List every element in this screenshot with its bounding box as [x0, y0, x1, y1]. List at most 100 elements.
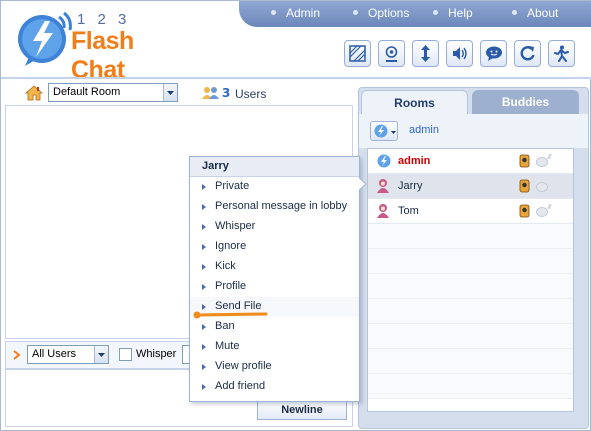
tab-rooms[interactable]: Rooms	[361, 90, 468, 114]
menu-item-ignore[interactable]: Ignore	[190, 237, 359, 257]
whisper-label: Whisper	[136, 348, 177, 360]
status-dropdown-button[interactable]	[370, 121, 398, 141]
dropdown-arrow-icon	[163, 84, 177, 101]
nav-about[interactable]: About	[512, 6, 558, 20]
user-name: Tom	[398, 205, 419, 217]
empty-row	[368, 324, 573, 349]
room-bar: Default Room 3 Users	[5, 83, 353, 105]
refresh-button[interactable]	[514, 40, 541, 67]
nav-help-label: Help	[448, 6, 473, 20]
nav-admin[interactable]: Admin	[271, 6, 320, 20]
resize-icon	[421, 45, 430, 62]
resize-button[interactable]	[412, 40, 439, 67]
context-menu-title: Jarry	[190, 157, 359, 177]
sound-icon	[453, 47, 467, 60]
status-button[interactable]	[378, 40, 405, 67]
menu-arrow-icon	[202, 324, 206, 330]
bullet-icon	[353, 10, 358, 16]
menu-item-personal-message[interactable]: Personal message in lobby	[190, 197, 359, 217]
user-context-menu: Jarry Private Personal message in lobby …	[189, 156, 367, 402]
menu-item-kick[interactable]: Kick	[190, 257, 359, 277]
user-row[interactable]: Tom	[368, 199, 573, 224]
menu-item-private[interactable]: Private	[190, 177, 359, 197]
recipient-select-value: All Users	[32, 348, 77, 360]
skin-icon	[349, 45, 366, 62]
menu-item-label: View profile	[215, 360, 272, 372]
menu-item-label: Ignore	[215, 240, 247, 252]
menu-arrow-icon	[202, 364, 206, 370]
room-select-value: Default Room	[53, 86, 121, 98]
menu-item-label: Ban	[215, 320, 235, 332]
menu-arrow-icon	[202, 224, 206, 230]
menu-item-ban[interactable]: Ban	[190, 317, 359, 337]
user-count: 3	[222, 86, 231, 100]
tab-buddies[interactable]: Buddies	[472, 90, 579, 114]
sound-button[interactable]	[446, 40, 473, 67]
chevron-down-icon	[391, 131, 396, 134]
menu-item-label: Whisper	[215, 220, 256, 232]
user-row[interactable]: Jarry	[368, 174, 573, 199]
lightning-bubble-icon	[18, 11, 72, 66]
skin-button[interactable]	[344, 40, 371, 67]
highlight-underline	[193, 311, 268, 319]
logo-number: 1 2 3	[77, 11, 131, 28]
nav-help[interactable]: Help	[433, 6, 473, 20]
menu-arrow-icon	[202, 344, 206, 350]
logout-button[interactable]	[548, 40, 575, 67]
menu-item-label: Mute	[215, 340, 240, 352]
arrow-right-icon	[13, 350, 21, 360]
lightning-status-icon	[377, 154, 391, 168]
status-icon	[385, 46, 398, 62]
user-row[interactable]: admin	[368, 149, 573, 174]
chat-idle-icon	[536, 204, 552, 217]
menu-arrow-icon	[202, 284, 206, 290]
recipient-select[interactable]: All Users	[27, 345, 109, 364]
chat-idle-icon	[536, 182, 548, 192]
header: 1 2 3 Flash Chat Admin Options Help Abou…	[1, 1, 591, 84]
menu-arrow-icon	[202, 244, 206, 250]
webcam-icon[interactable]	[519, 179, 530, 193]
refresh-icon	[520, 46, 535, 61]
empty-row	[368, 224, 573, 249]
user-list: admin Jarry Tom	[367, 148, 574, 412]
header-divider	[1, 77, 591, 79]
logout-icon	[554, 45, 569, 62]
whisper-checkbox[interactable]	[119, 348, 132, 361]
menu-item-mute[interactable]: Mute	[190, 337, 359, 357]
user-name: admin	[398, 155, 431, 167]
user-name: Jarry	[398, 180, 423, 192]
home-icon[interactable]	[25, 85, 43, 101]
current-user-header: admin	[359, 114, 588, 148]
empty-row	[368, 249, 573, 274]
right-panel: Rooms Buddies admin admin Jarry Tom	[358, 87, 589, 429]
menu-item-label: Private	[215, 180, 250, 192]
webcam-icon[interactable]	[519, 154, 530, 168]
nav-about-label: About	[527, 6, 559, 20]
menu-arrow-icon	[202, 204, 206, 210]
bullet-icon	[433, 10, 438, 16]
top-nav: Admin Options Help About	[239, 1, 591, 27]
lightning-status-icon	[374, 124, 388, 138]
menu-item-label: Add friend	[215, 380, 266, 392]
empty-row	[368, 374, 573, 399]
dropdown-arrow-icon	[94, 346, 108, 363]
female-user-icon	[377, 204, 389, 218]
webcam-icon[interactable]	[519, 204, 530, 218]
menu-item-whisper[interactable]: Whisper	[190, 217, 359, 237]
room-select[interactable]: Default Room	[48, 83, 178, 102]
nav-options[interactable]: Options	[353, 6, 409, 20]
nav-admin-label: Admin	[286, 6, 321, 20]
smiley-button[interactable]	[480, 40, 507, 67]
empty-row	[368, 299, 573, 324]
menu-arrow-icon	[202, 184, 206, 190]
newline-button[interactable]: Newline	[257, 400, 347, 420]
logo: 1 2 3 Flash Chat	[15, 9, 185, 84]
bullet-icon	[512, 10, 517, 16]
menu-arrow-icon	[202, 384, 206, 390]
menu-item-view-profile[interactable]: View profile	[190, 357, 359, 377]
menu-item-add-friend[interactable]: Add friend	[190, 377, 359, 397]
chat-idle-icon	[536, 154, 552, 167]
menu-pointer-icon	[358, 177, 367, 191]
menu-item-profile[interactable]: Profile	[190, 277, 359, 297]
menu-arrow-icon	[202, 264, 206, 270]
